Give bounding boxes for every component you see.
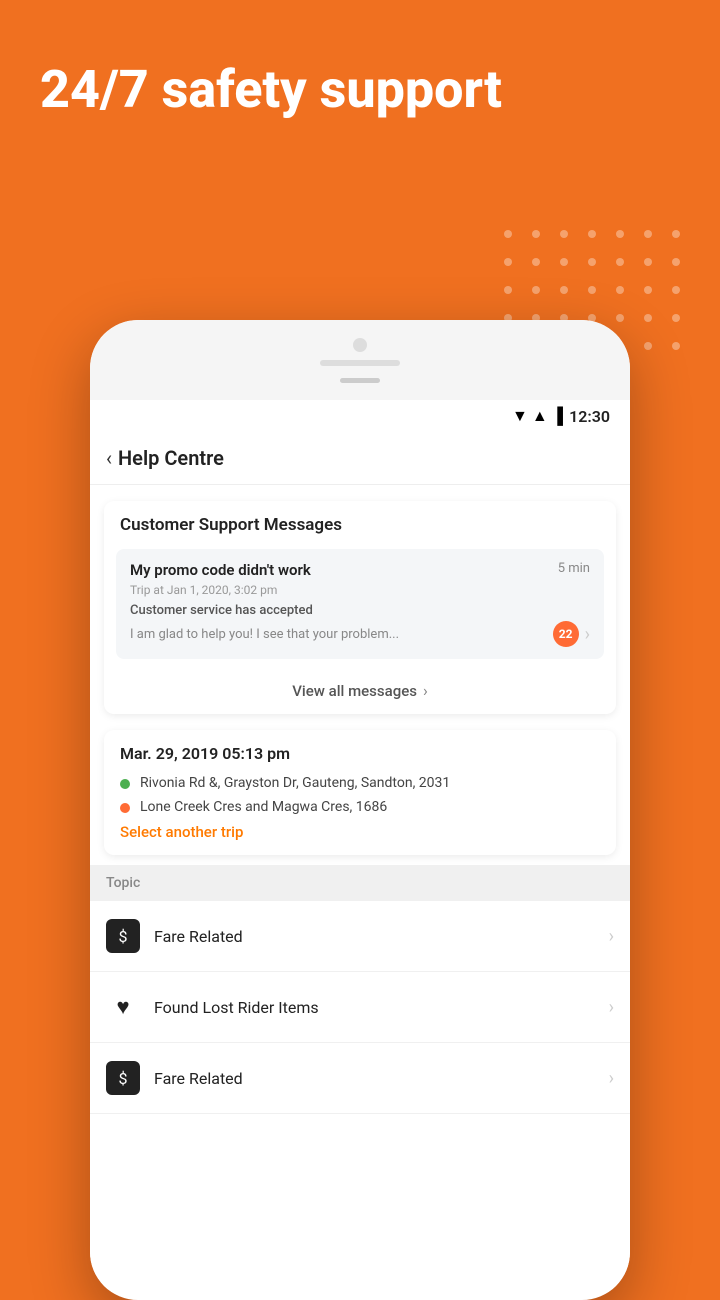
status-icons: ▼ ▲ ▐ xyxy=(512,406,563,426)
pickup-row: Rivonia Rd &, Grayston Dr, Gauteng, Sand… xyxy=(120,775,600,791)
trip-section: Mar. 29, 2019 05:13 pm Rivonia Rd &, Gra… xyxy=(104,730,616,855)
dropoff-location: Lone Creek Cres and Magwa Cres, 1686 xyxy=(140,799,387,815)
topic-label-fare-related-2: Fare Related xyxy=(154,1069,595,1088)
message-item[interactable]: My promo code didn't work 5 min Trip at … xyxy=(116,549,604,659)
view-all-chevron-icon: › xyxy=(423,681,428,700)
unread-badge: 22 xyxy=(553,621,579,647)
support-messages-card: Customer Support Messages My promo code … xyxy=(104,501,616,714)
message-title: My promo code didn't work xyxy=(130,561,311,579)
wifi-icon: ▼ xyxy=(512,406,528,426)
pickup-dot-icon xyxy=(120,779,130,789)
topic-label-fare-related-1: Fare Related xyxy=(154,927,595,946)
nav-bar: ‹ Help Centre xyxy=(90,432,630,485)
topic-label-found-lost-rider-items: Found Lost Rider Items xyxy=(154,998,595,1017)
app-content: ‹ Help Centre Customer Support Messages … xyxy=(90,432,630,1294)
phone-bezel xyxy=(90,320,630,400)
status-bar: ▼ ▲ ▐ 12:30 xyxy=(90,400,630,432)
dropoff-dot-icon xyxy=(120,803,130,813)
home-indicator xyxy=(340,378,380,383)
status-time: 12:30 xyxy=(569,407,610,426)
hero-title: 24/7 safety support xyxy=(40,60,502,120)
fare-related-2-icon: $ xyxy=(106,1061,140,1095)
select-another-trip-button[interactable]: Select another trip xyxy=(120,823,600,841)
dropoff-row: Lone Creek Cres and Magwa Cres, 1686 xyxy=(120,799,600,815)
camera-dot xyxy=(353,338,367,352)
speaker-bar xyxy=(320,360,400,366)
message-trip: Trip at Jan 1, 2020, 3:02 pm xyxy=(130,583,590,597)
phone-frame: ▼ ▲ ▐ 12:30 ‹ Help Centre Customer Suppo… xyxy=(90,320,630,1300)
view-all-label: View all messages xyxy=(292,682,417,700)
message-preview-row: I am glad to help you! I see that your p… xyxy=(130,621,590,647)
fare-related-1-icon: $ xyxy=(106,919,140,953)
view-all-messages-button[interactable]: View all messages › xyxy=(104,667,616,714)
message-time: 5 min xyxy=(558,561,590,576)
battery-icon: ▐ xyxy=(552,406,563,426)
found-lost-rider-items-chevron-icon: › xyxy=(609,997,614,1018)
back-button[interactable]: ‹ Help Centre xyxy=(106,446,224,470)
message-status: Customer service has accepted xyxy=(130,603,590,618)
message-chevron-icon: › xyxy=(585,624,590,645)
badge-arrow: 22 › xyxy=(553,621,590,647)
signal-icon: ▲ xyxy=(532,406,548,426)
topic-section-header: Topic xyxy=(90,865,630,901)
heart-icon: ♥ xyxy=(106,990,140,1024)
topic-item-fare-related-1[interactable]: $ Fare Related › xyxy=(90,901,630,972)
back-chevron-icon: ‹ xyxy=(106,446,112,470)
fare-related-2-chevron-icon: › xyxy=(609,1068,614,1089)
trip-date: Mar. 29, 2019 05:13 pm xyxy=(120,744,600,763)
message-title-row: My promo code didn't work 5 min xyxy=(130,561,590,579)
pickup-location: Rivonia Rd &, Grayston Dr, Gauteng, Sand… xyxy=(140,775,450,791)
message-preview: I am glad to help you! I see that your p… xyxy=(130,627,553,642)
fare-related-1-chevron-icon: › xyxy=(609,926,614,947)
topic-item-found-lost-rider-items[interactable]: ♥ Found Lost Rider Items › xyxy=(90,972,630,1043)
support-messages-header: Customer Support Messages xyxy=(104,501,616,541)
topic-item-fare-related-2[interactable]: $ Fare Related › xyxy=(90,1043,630,1114)
nav-title: Help Centre xyxy=(118,446,224,470)
